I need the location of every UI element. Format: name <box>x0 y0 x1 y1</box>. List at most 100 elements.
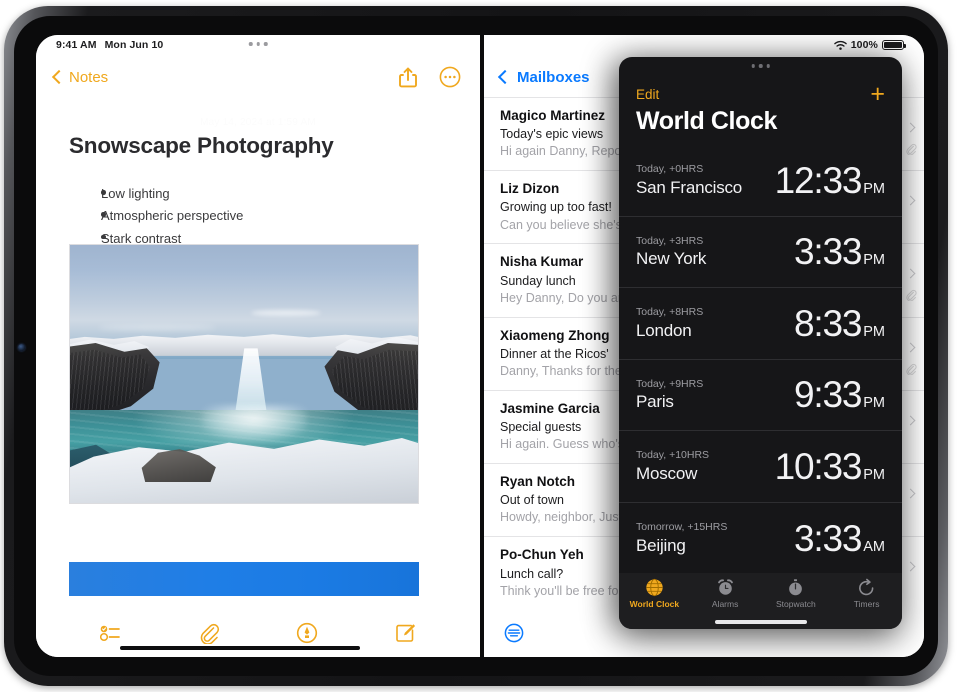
note-bullet-item: Atmospheric perspective <box>101 205 460 227</box>
clock-time-ampm: PM <box>863 252 885 269</box>
tab-alarms[interactable]: Alarms <box>690 577 761 609</box>
chevron-right-icon <box>905 195 916 206</box>
clock-time-value: 12:33 <box>774 159 863 201</box>
chevron-left-icon <box>51 69 67 85</box>
clock-city: Paris <box>636 392 674 412</box>
checklist-icon[interactable] <box>99 621 123 645</box>
clock-offset: Today, +0HRS <box>636 163 704 176</box>
clock-time: 9:33 PM <box>794 376 885 413</box>
more-ellipsis-circle-icon[interactable] <box>438 65 462 89</box>
clock-time: 10:33 PM <box>775 448 885 485</box>
chevron-right-icon <box>905 342 916 353</box>
timer-icon <box>857 577 877 597</box>
clock-slideover-window: Edit + World Clock Today, +0HRS San Fran… <box>619 57 902 629</box>
clock-time-ampm: AM <box>863 538 885 555</box>
split-view-divider[interactable] <box>480 35 484 657</box>
share-icon[interactable] <box>396 65 420 89</box>
ipad-device: 9:41 AM Mon Jun 10 Notes May 14, 2024 at… <box>0 0 960 692</box>
tab-timers[interactable]: Timers <box>831 577 902 609</box>
battery-full-icon <box>882 39 907 51</box>
chevron-right-icon <box>905 415 916 426</box>
clock-time-ampm: PM <box>863 466 885 483</box>
tab-label: Alarms <box>711 599 739 609</box>
multitask-dots-icon[interactable] <box>248 42 268 46</box>
clock-time: 8:33 PM <box>794 305 885 342</box>
clock-city: San Francisco <box>636 177 743 197</box>
notes-back-label: Notes <box>69 68 109 86</box>
clock-title: World Clock <box>636 107 777 135</box>
markup-pen-circle-icon[interactable] <box>295 621 319 645</box>
clock-edit-button[interactable]: Edit <box>636 87 659 102</box>
status-bar-left: 9:41 AM Mon Jun 10 <box>36 35 480 57</box>
filter-icon[interactable] <box>502 621 526 645</box>
mail-back-label: Mailboxes <box>517 68 590 86</box>
clock-city: Beijing <box>636 535 686 555</box>
status-time-date: 9:41 AM Mon Jun 10 <box>56 39 163 51</box>
paperclip-icon <box>905 288 917 302</box>
tab-stopwatch[interactable]: Stopwatch <box>761 577 832 609</box>
clock-time-value: 3:33 <box>794 517 862 559</box>
mail-back-button[interactable]: Mailboxes <box>497 68 590 86</box>
clock-time-value: 9:33 <box>794 374 862 416</box>
note-photo-waterfall[interactable] <box>69 244 419 504</box>
clock-time-value: 3:33 <box>794 231 862 273</box>
chevron-right-icon <box>905 122 916 133</box>
tab-world-clock[interactable]: World Clock <box>619 577 690 609</box>
note-date-label: May 14, 2024 at 1:59 AM <box>200 117 316 128</box>
window-grab-handle-icon[interactable] <box>751 64 770 68</box>
note-title: Snowscape Photography <box>69 133 334 158</box>
clock-time-value: 8:33 <box>794 302 862 344</box>
chevron-right-icon <box>905 268 916 279</box>
clock-time: 3:33 PM <box>794 233 885 270</box>
chevron-left-icon <box>497 69 513 85</box>
paperclip-icon <box>905 142 917 156</box>
clock-time-ampm: PM <box>863 395 885 412</box>
tab-label: Timers <box>853 599 880 609</box>
clock-offset: Tomorrow, +15HRS <box>636 521 728 534</box>
notes-navigation-bar: Notes <box>36 57 480 97</box>
world-clock-row[interactable]: Tomorrow, +15HRS Beijing 3:33 AM <box>619 503 902 575</box>
status-date: Mon Jun 10 <box>104 39 164 51</box>
clock-home-indicator[interactable] <box>714 620 807 624</box>
front-camera-icon <box>18 344 25 351</box>
chevron-right-icon <box>905 488 916 499</box>
clock-city: New York <box>636 249 707 269</box>
status-time: 9:41 AM <box>56 39 97 51</box>
battery-percent-label: 100% <box>850 39 878 51</box>
clock-offset: Today, +10HRS <box>636 449 710 462</box>
compose-icon[interactable] <box>393 621 417 645</box>
notes-back-button[interactable]: Notes <box>51 68 109 86</box>
plus-icon[interactable]: + <box>870 81 885 107</box>
chevron-right-icon <box>905 561 916 572</box>
home-indicator-left[interactable] <box>120 645 360 650</box>
tab-label: Stopwatch <box>776 599 816 609</box>
notes-nav-actions <box>396 65 462 89</box>
world-clock-row[interactable]: Today, +10HRS Moscow 10:33 PM <box>619 431 902 503</box>
photo-cloud <box>250 309 321 316</box>
clock-city: London <box>636 320 692 340</box>
clock-city: Moscow <box>636 463 698 483</box>
clock-time-ampm: PM <box>863 180 885 197</box>
world-clock-row[interactable]: Today, +0HRS San Francisco 12:33 PM <box>619 145 902 217</box>
paperclip-icon <box>905 362 917 376</box>
clock-offset: Today, +3HRS <box>636 234 704 247</box>
clock-navigation-bar: Edit + <box>619 79 902 109</box>
stopwatch-icon <box>786 577 806 597</box>
world-clock-row[interactable]: Today, +3HRS New York 3:33 PM <box>619 217 902 288</box>
note-selection-bar[interactable] <box>69 562 419 596</box>
paperclip-icon[interactable] <box>197 621 221 645</box>
screen: 9:41 AM Mon Jun 10 Notes May 14, 2024 at… <box>36 35 924 657</box>
note-bullet-item: Low lighting <box>101 183 460 205</box>
photo-mist <box>202 404 307 442</box>
wifi-icon <box>834 40 847 51</box>
tab-label: World Clock <box>629 599 680 609</box>
clock-time-value: 10:33 <box>774 445 863 487</box>
world-clock-row[interactable]: Today, +9HRS Paris 9:33 PM <box>619 360 902 431</box>
status-indicators: 100% <box>834 39 907 51</box>
world-clock-row[interactable]: Today, +8HRS London 8:33 PM <box>619 288 902 360</box>
clock-offset: Today, +9HRS <box>636 377 704 390</box>
clock-offset: Today, +8HRS <box>636 306 704 319</box>
clock-time: 12:33 PM <box>775 162 885 199</box>
clock-time: 3:33 AM <box>794 520 885 557</box>
clock-time-ampm: PM <box>863 323 885 340</box>
